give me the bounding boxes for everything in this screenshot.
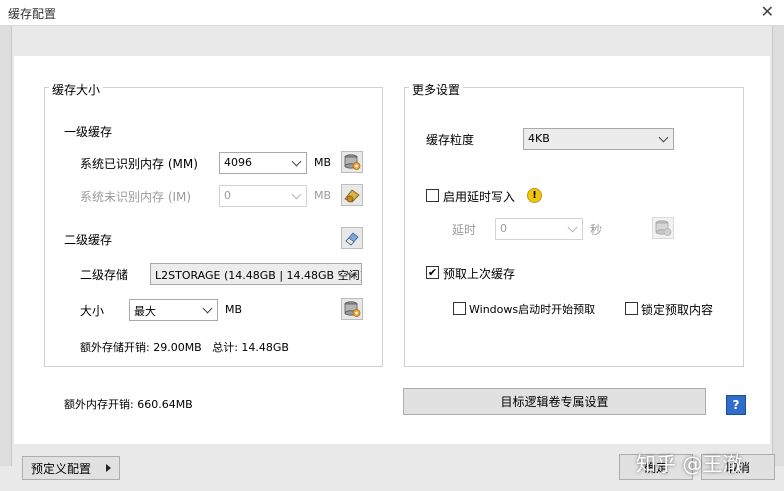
prefetch-checkbox[interactable]: ✔ [426, 266, 439, 279]
warning-icon: ! [527, 188, 542, 203]
delayed-write-checkbox[interactable] [426, 189, 439, 202]
granularity-select[interactable]: 4KB [523, 128, 674, 150]
chevron-down-icon [202, 303, 213, 314]
size-value: 最大 [134, 305, 156, 318]
watermark-text: 知乎 @王澈 [636, 452, 743, 476]
unrecognized-memory-value: 0 [224, 189, 231, 202]
title-bar: 缓存配置 ✕ [0, 0, 784, 26]
size-label: 大小 [80, 304, 105, 318]
delay-value: 0 [500, 222, 507, 235]
chevron-down-icon [291, 189, 302, 200]
delay-select[interactable]: 0 [495, 218, 583, 240]
l2-storage-value: L2STORAGE (14.48GB | 14.48GB 空闲) [155, 269, 362, 282]
background-window-edge-left [0, 26, 12, 466]
chevron-down-icon [567, 222, 578, 233]
chevron-down-icon [291, 156, 302, 167]
database-gear-icon[interactable] [341, 151, 363, 173]
chevron-down-icon [658, 132, 669, 143]
l1-cache-title: 一级缓存 [64, 125, 113, 139]
l2-storage-select[interactable]: L2STORAGE (14.48GB | 14.48GB 空闲) [150, 263, 362, 285]
recognized-memory-unit: MB [314, 156, 332, 169]
size-select[interactable]: 最大 [129, 299, 218, 321]
delay-label: 延时 [452, 223, 477, 237]
delayed-write-label[interactable]: 启用延时写入 [443, 188, 515, 205]
unrecognized-memory-unit: MB [314, 189, 332, 202]
recognized-memory-label: 系统已识别内存 (MM) [80, 157, 198, 171]
prefetch-on-boot-checkbox[interactable] [453, 302, 466, 315]
recognized-memory-select[interactable]: 4096 [219, 152, 307, 174]
recognized-memory-value: 4096 [224, 156, 252, 169]
target-volume-settings-button[interactable]: 目标逻辑卷专属设置 [403, 388, 706, 415]
more-settings-group-title: 更多设置 [409, 81, 464, 98]
background-window-edge-right [772, 26, 784, 466]
database-gear-icon[interactable] [652, 217, 674, 239]
close-icon[interactable]: ✕ [761, 2, 774, 21]
window-title: 缓存配置 [8, 7, 57, 21]
delay-unit: 秒 [590, 223, 603, 237]
cache-size-group-title: 缓存大小 [49, 81, 104, 98]
help-icon[interactable]: ? [726, 395, 746, 415]
preset-config-label: 预定义配置 [31, 461, 92, 476]
l2-cache-title: 二级缓存 [64, 233, 113, 247]
prefetch-on-boot-label[interactable]: Windows启动时开始预取 [469, 301, 595, 317]
unrecognized-memory-select[interactable]: 0 [219, 185, 307, 207]
size-unit: MB [225, 303, 243, 316]
prefetch-check-mark: ✔ [427, 266, 438, 279]
prefetch-label[interactable]: 预取上次缓存 [443, 265, 515, 282]
preset-config-button[interactable]: 预定义配置 [22, 456, 120, 480]
unrecognized-memory-label: 系统未识别内存 (IM) [80, 190, 192, 204]
database-gear-icon[interactable] [341, 298, 363, 320]
triangle-right-icon [106, 464, 111, 472]
target-volume-settings-label: 目标逻辑卷专属设置 [500, 395, 609, 409]
lock-prefetch-label[interactable]: 锁定预取内容 [641, 301, 713, 318]
extra-storage-text: 额外存储开销: 29.00MB 总计: 14.48GB [80, 341, 289, 354]
extra-memory-text: 额外内存开销: 660.64MB [64, 398, 193, 411]
lock-prefetch-checkbox[interactable] [625, 302, 638, 315]
granularity-label: 缓存粒度 [426, 133, 475, 147]
granularity-value: 4KB [528, 132, 550, 145]
gear-settings-icon[interactable] [341, 184, 363, 206]
eraser-icon[interactable] [341, 227, 363, 249]
l2-storage-label: 二级存储 [80, 268, 129, 282]
